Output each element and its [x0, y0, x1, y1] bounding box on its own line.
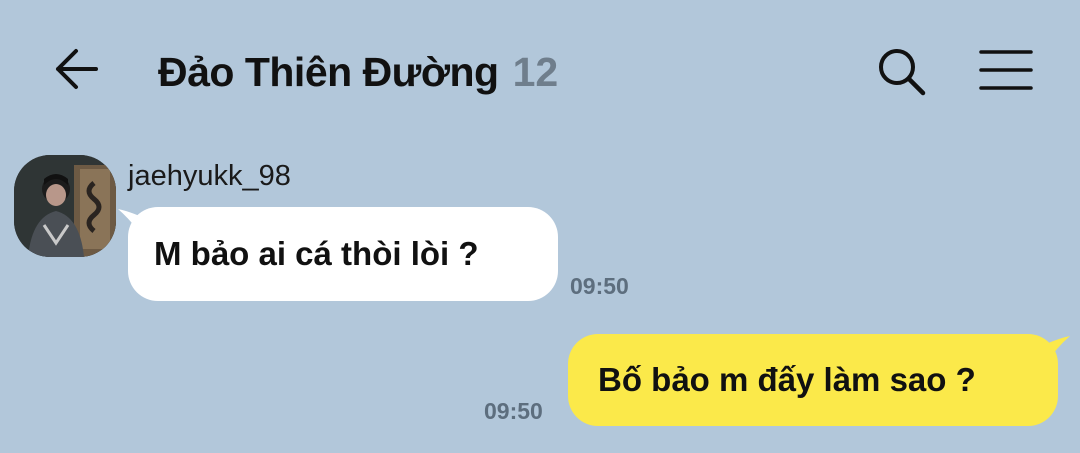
- member-count: 12: [512, 48, 559, 95]
- outgoing-message-bubble[interactable]: Bố bảo m đấy làm sao ?: [568, 334, 1070, 426]
- chat-title: Đảo Thiên Đường: [158, 48, 499, 95]
- message-timestamp: 09:50: [570, 273, 629, 299]
- message-text: M bảo ai cá thòi lòi ?: [154, 235, 479, 272]
- hamburger-menu-icon: [979, 50, 1033, 90]
- sender-name: jaehyukk_98: [128, 160, 291, 192]
- chat-header: Đảo Thiên Đường 12: [0, 0, 1080, 140]
- bubble-tail: [118, 209, 142, 237]
- menu-button[interactable]: [978, 48, 1034, 92]
- chat-title-group[interactable]: Đảo Thiên Đường 12: [158, 44, 558, 100]
- message-text: Bố bảo m đấy làm sao ?: [598, 361, 976, 398]
- avatar-photo: [14, 155, 116, 257]
- avatar[interactable]: [14, 155, 116, 257]
- search-button[interactable]: [876, 46, 928, 96]
- incoming-message-bubble[interactable]: M bảo ai cá thòi lòi ?: [118, 207, 558, 301]
- message-timestamp: 09:50: [484, 398, 543, 424]
- search-icon: [879, 49, 926, 96]
- bubble-tail: [1046, 336, 1070, 364]
- back-button[interactable]: [52, 46, 102, 92]
- arrow-left-icon: [56, 49, 98, 89]
